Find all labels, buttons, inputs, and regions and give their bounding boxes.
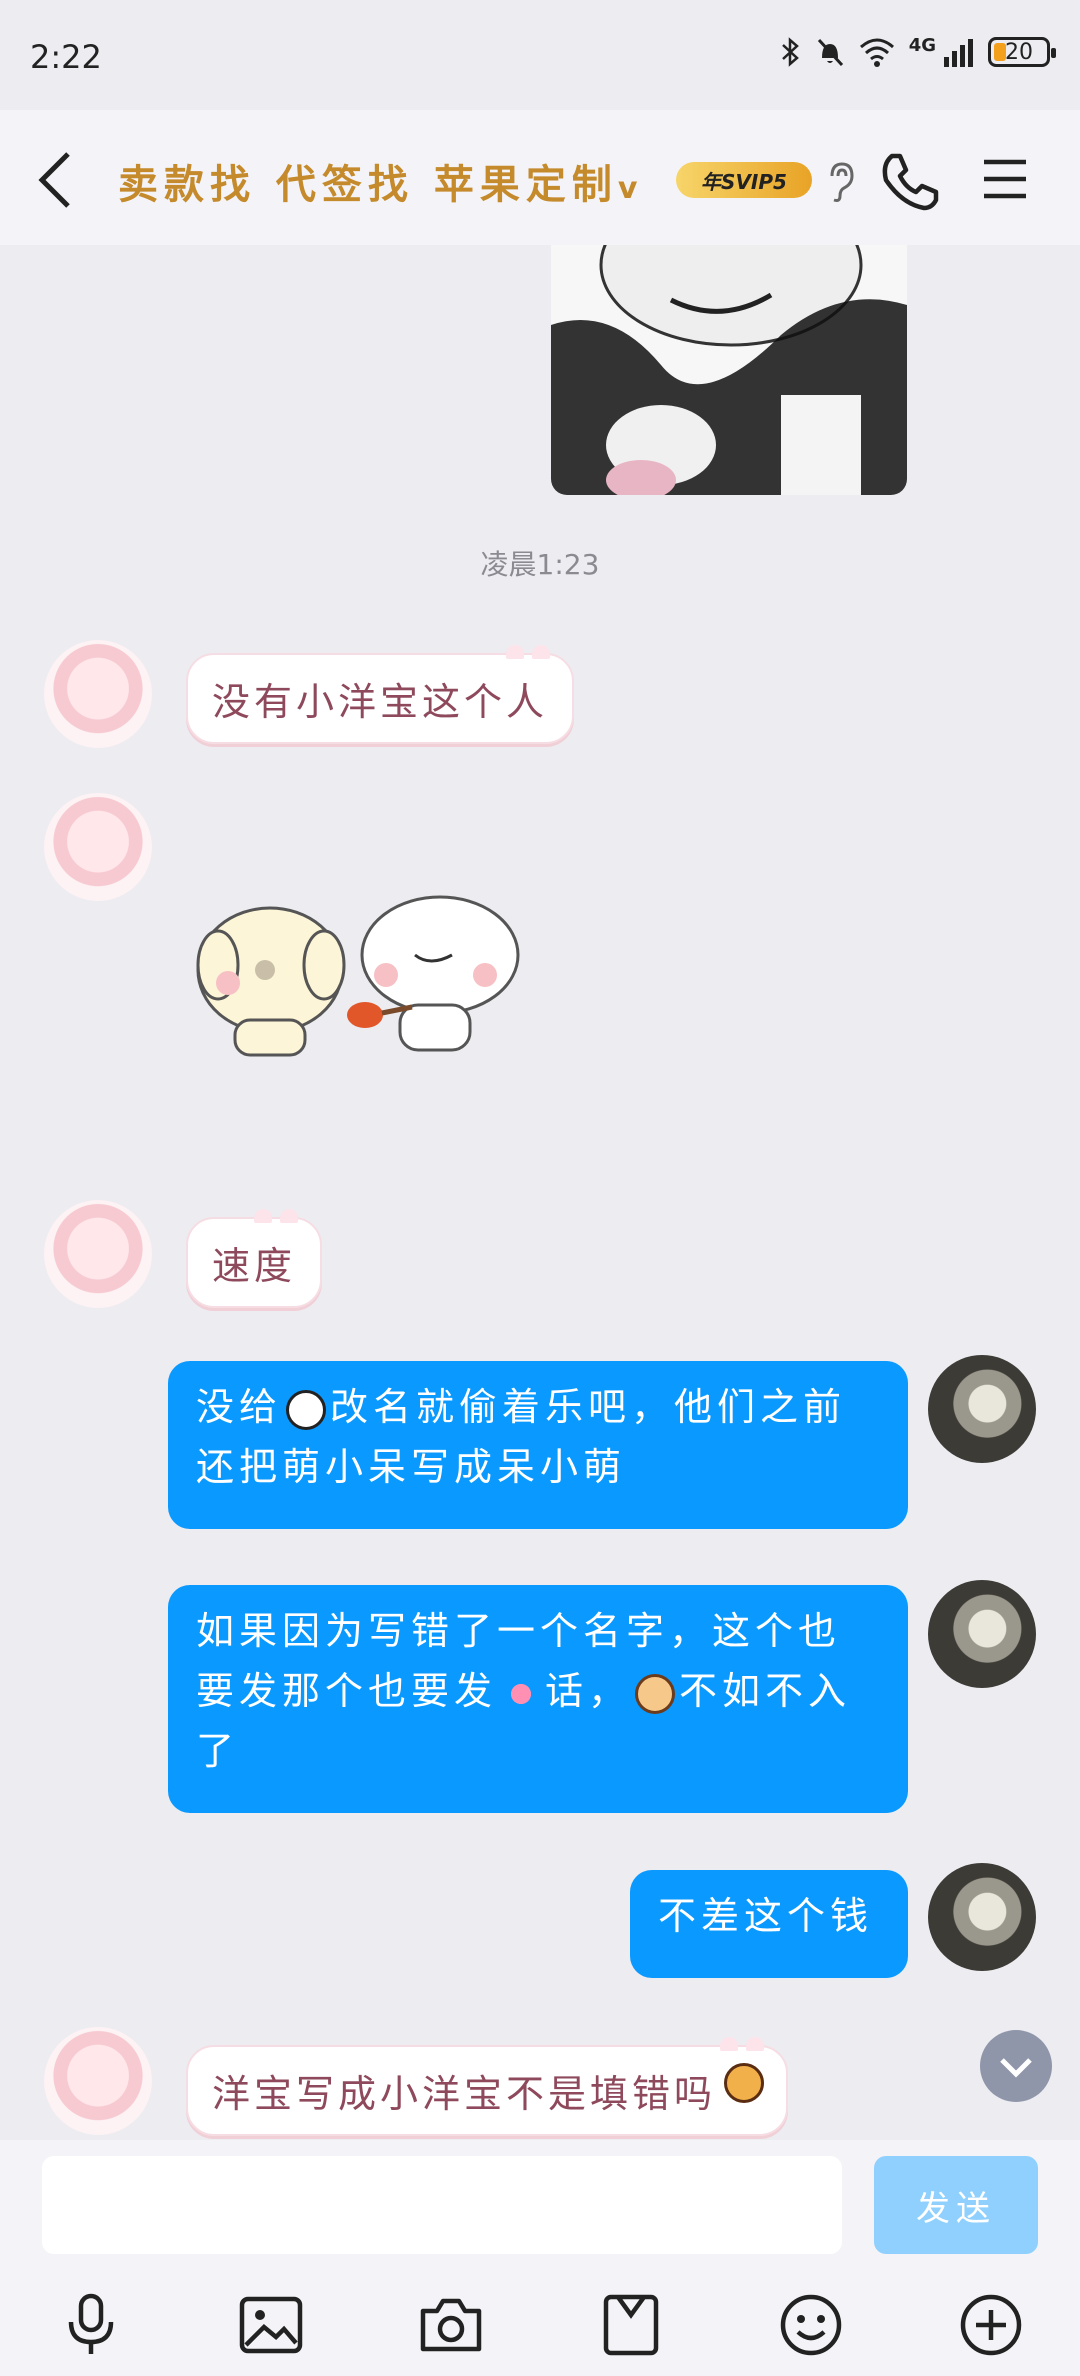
voice-button[interactable] xyxy=(56,2290,126,2360)
self-avatar[interactable] xyxy=(928,1863,1036,1971)
message-timestamp: 凌晨1:23 xyxy=(480,548,600,581)
chat-title-suffix: v xyxy=(617,171,638,206)
contact-avatar[interactable] xyxy=(44,640,152,748)
dog-face-emoji-icon xyxy=(724,2063,765,2103)
status-icons: 4G 20 xyxy=(779,34,1056,68)
send-button[interactable]: 发送 xyxy=(874,2156,1038,2254)
message-text: 没给 xyxy=(196,1385,283,1429)
camera-button[interactable] xyxy=(416,2290,486,2360)
message-bubble-left[interactable]: 速度 xyxy=(186,1209,323,1308)
folder-icon xyxy=(603,2294,659,2356)
sticker-message[interactable] xyxy=(190,895,530,1065)
image-button[interactable] xyxy=(236,2290,306,2360)
self-avatar[interactable] xyxy=(928,1355,1036,1463)
self-avatar[interactable] xyxy=(928,1580,1036,1688)
message-text: 洋宝写成小洋宝不是填错吗 xyxy=(212,2072,717,2116)
message-input[interactable] xyxy=(42,2156,842,2254)
chat-title: 卖款找 代签找 苹果定制v xyxy=(118,152,637,210)
contact-avatar[interactable] xyxy=(44,1200,152,1308)
signal-icon xyxy=(944,39,973,67)
contact-avatar[interactable] xyxy=(44,793,152,901)
camera-icon xyxy=(420,2298,482,2352)
message-text: 话， xyxy=(545,1669,632,1713)
scroll-to-bottom-button[interactable] xyxy=(980,2030,1052,2102)
ear-icon[interactable] xyxy=(824,160,858,204)
wifi-icon xyxy=(859,38,894,67)
back-icon[interactable] xyxy=(36,150,76,210)
status-time: 2:22 xyxy=(30,38,102,76)
chat-list[interactable]: 凌晨1:23 没有小洋宝这个人 速度 没给 改名就偷着乐吧，他们之前还把萌小呆写成… xyxy=(0,245,1080,2140)
message-bubble-left[interactable]: 没有小洋宝这个人 xyxy=(186,645,575,744)
bluetooth-icon xyxy=(781,37,799,67)
chat-title-text: 卖款找 代签找 苹果定制 xyxy=(118,162,618,208)
network-label: 4G xyxy=(908,34,936,56)
emoji-icon xyxy=(780,2294,842,2356)
chat-header: 卖款找 代签找 苹果定制v 年SVIP5 xyxy=(0,110,1080,245)
phone-icon[interactable] xyxy=(878,150,940,212)
paw-emoji-icon xyxy=(501,1673,542,1714)
contact-avatar[interactable] xyxy=(44,2027,152,2135)
image-message[interactable] xyxy=(551,245,907,495)
folder-button[interactable] xyxy=(596,2290,666,2360)
message-bubble-right[interactable]: 不差这个钱 xyxy=(630,1870,908,1978)
status-bar: 2:22 4G 20 xyxy=(0,0,1080,110)
battery-indicator: 20 xyxy=(988,37,1056,67)
input-bar: 发送 xyxy=(0,2140,1080,2376)
image-icon xyxy=(239,2296,303,2354)
chevron-down-icon xyxy=(1000,2058,1032,2078)
dog-face-emoji-icon xyxy=(635,1673,676,1714)
menu-icon[interactable] xyxy=(980,154,1030,204)
dog-emoji-icon xyxy=(286,1389,327,1430)
meme-image xyxy=(551,245,907,495)
mute-bell-icon xyxy=(817,38,843,67)
emoji-button[interactable] xyxy=(776,2290,846,2360)
message-bubble-right[interactable]: 如果因为写错了一个名字，这个也要发那个也要发 话， 不如不入了 xyxy=(168,1585,908,1813)
voice-icon xyxy=(68,2293,114,2354)
svip-badge[interactable]: 年SVIP5 xyxy=(676,162,812,198)
plus-button[interactable] xyxy=(956,2290,1026,2360)
message-bubble-right[interactable]: 没给 改名就偷着乐吧，他们之前还把萌小呆写成呆小萌 xyxy=(168,1361,908,1529)
plus-icon xyxy=(960,2294,1022,2356)
message-bubble-left[interactable]: 洋宝写成小洋宝不是填错吗 xyxy=(186,2037,789,2136)
